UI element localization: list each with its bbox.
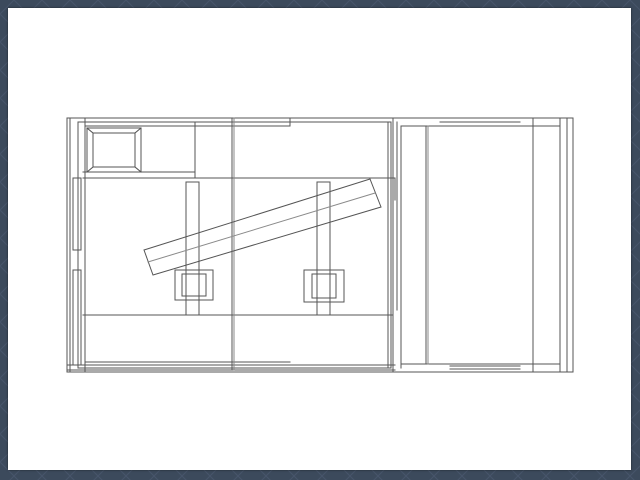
left-jambs bbox=[72, 177, 82, 366]
middle-partition bbox=[387, 117, 402, 373]
window-frame-inner bbox=[92, 132, 136, 168]
outer-walls bbox=[66, 117, 574, 373]
window-frame-outer bbox=[86, 127, 142, 173]
supports bbox=[174, 181, 345, 316]
beam-centerline bbox=[147, 192, 376, 263]
support-post bbox=[316, 181, 331, 316]
window-corner bbox=[86, 166, 94, 173]
outer-wall bbox=[66, 117, 574, 373]
top-left-window bbox=[86, 127, 142, 173]
jamb bbox=[72, 269, 82, 366]
support-base-inner bbox=[311, 273, 337, 299]
right-block bbox=[392, 117, 574, 373]
right-block-outline bbox=[392, 117, 574, 373]
horizontal-dividers bbox=[82, 171, 396, 363]
floor-plan-drawing bbox=[66, 117, 574, 373]
vertical-dividers bbox=[194, 117, 235, 371]
slanted-beam bbox=[143, 178, 382, 276]
support-base bbox=[303, 269, 345, 303]
window-corner bbox=[134, 127, 142, 134]
jamb bbox=[72, 177, 82, 251]
window-corner bbox=[134, 166, 142, 173]
window-corner bbox=[86, 127, 94, 134]
